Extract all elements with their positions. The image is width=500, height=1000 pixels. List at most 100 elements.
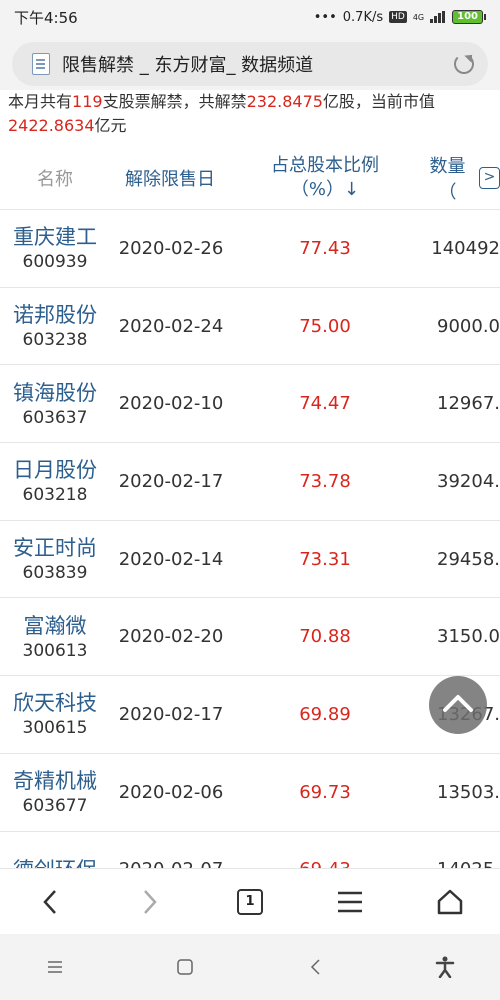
stock-cell[interactable]: 安正时尚 603839 — [0, 521, 110, 598]
unlock-date: 2020-02-14 — [118, 548, 224, 570]
table-body: 重庆建工 600939 2020-02-26 77.43 140492 诺邦股份 60323… — [0, 210, 500, 870]
stock-cell[interactable]: 欣天科技 300615 — [0, 676, 110, 753]
share-ratio: 73.31 — [299, 548, 351, 570]
accessibility-button[interactable] — [415, 937, 475, 997]
stock-name[interactable]: 奇精机械 — [13, 767, 97, 795]
stock-name[interactable]: 安正时尚 — [13, 534, 97, 562]
tab-count: 1 — [237, 888, 263, 915]
table-row[interactable]: 镇海股份 603637 2020-02-10 74.47 12967. — [0, 365, 500, 444]
browser-toolbar: 1 — [0, 868, 500, 934]
header-ratio-line2: （%）↓ — [290, 179, 360, 200]
table-row[interactable]: 诺邦股份 603238 2020-02-24 75.00 9000.0 — [0, 288, 500, 366]
stock-name[interactable]: 诺邦股份 — [13, 301, 97, 329]
share-ratio: 77.43 — [299, 237, 351, 259]
battery-level: 100 — [452, 10, 483, 24]
recent-apps-icon — [48, 961, 62, 973]
stock-cell[interactable]: 镇海股份 603637 — [0, 365, 110, 442]
page-title: 限售解禁 _ 东方财富_ 数据频道 — [62, 55, 314, 76]
unlock-quantity: 14025. — [437, 859, 500, 870]
table-header: 名称 解除限售日 占总股本比例 （%）↓ 数量（ > — [0, 146, 500, 210]
stock-name[interactable]: 欣天科技 — [13, 689, 97, 717]
stock-code: 300613 — [22, 640, 88, 661]
unlock-date: 2020-02-07 — [118, 859, 224, 870]
stock-cell[interactable]: 富瀚微 300613 — [0, 598, 110, 675]
recent-apps-button[interactable] — [25, 937, 85, 997]
summary-prefix: 本月共有 — [8, 92, 73, 111]
stock-cell[interactable]: 重庆建工 600939 — [0, 210, 110, 287]
menu-icon — [338, 891, 362, 912]
stock-cell[interactable]: 日月股份 603218 — [0, 443, 110, 520]
stock-cell[interactable]: 诺邦股份 603238 — [0, 288, 110, 365]
table-row[interactable]: 重庆建工 600939 2020-02-26 77.43 140492 — [0, 210, 500, 288]
unlock-date: 2020-02-26 — [118, 237, 224, 259]
share-ratio: 70.88 — [299, 626, 351, 648]
unlock-quantity: 9000.0 — [437, 315, 500, 337]
header-name[interactable]: 名称 — [0, 146, 110, 210]
accessibility-icon — [435, 956, 455, 978]
summary-stock-count: 119 — [72, 92, 103, 111]
stock-name[interactable]: 镇海股份 — [13, 379, 97, 407]
stock-code: 603238 — [22, 330, 88, 351]
table-row[interactable]: 安正时尚 603839 2020-02-14 73.31 29458. — [0, 521, 500, 599]
share-ratio: 69.43 — [299, 859, 351, 870]
stock-name[interactable]: 日月股份 — [13, 456, 97, 484]
forward-button[interactable] — [120, 872, 180, 932]
stock-code: 603637 — [22, 407, 88, 428]
system-home-button[interactable] — [155, 937, 215, 997]
summary-suffix: 亿元 — [94, 116, 127, 135]
share-ratio: 74.47 — [299, 393, 351, 415]
square-home-icon — [177, 959, 193, 975]
unlock-quantity: 12967. — [437, 393, 500, 415]
stock-cell[interactable]: 奇精机械 603677 — [0, 754, 110, 831]
dots-icon: ••• — [313, 9, 337, 25]
chevron-left-icon — [43, 889, 56, 914]
header-unlock-date[interactable]: 解除限售日 — [110, 146, 230, 210]
summary-text-1: 支股票解禁，共解禁 — [102, 92, 247, 111]
share-ratio: 69.89 — [299, 703, 351, 725]
url-field[interactable]: 限售解禁 _ 东方财富_ 数据频道 — [12, 42, 488, 86]
stock-name[interactable]: 富瀚微 — [24, 612, 87, 640]
share-ratio: 73.78 — [299, 470, 351, 492]
header-quantity-label: 数量（ — [429, 156, 466, 203]
signal-icon — [430, 11, 446, 23]
share-ratio: 75.00 — [299, 315, 351, 337]
table-row[interactable]: 富瀚微 300613 2020-02-20 70.88 3150.0 — [0, 598, 500, 677]
summary-market-value: 2422.8634 — [8, 116, 95, 135]
battery-icon: 100 — [452, 10, 486, 24]
stock-code: 300615 — [22, 718, 88, 739]
table-row[interactable]: 日月股份 603218 2020-02-17 73.78 39204. — [0, 443, 500, 521]
chevron-up-icon — [443, 695, 473, 712]
header-ratio-line1: 占总股本比例 — [271, 155, 379, 176]
header-ratio[interactable]: 占总股本比例 （%）↓ — [250, 146, 400, 210]
scroll-top-button[interactable] — [429, 676, 487, 734]
header-quantity[interactable]: 数量（ > — [410, 146, 500, 210]
tabs-button[interactable]: 1 — [220, 872, 280, 932]
stock-code: 603218 — [22, 485, 88, 506]
reload-icon[interactable] — [454, 54, 474, 74]
status-indicators: ••• 0.7K/s HD 4G 100 — [314, 10, 486, 25]
chevron-right-icon[interactable]: > — [479, 167, 500, 189]
network-type: 4G — [412, 12, 425, 22]
page-icon — [32, 53, 50, 75]
table-row[interactable]: 德创环保 2020-02-07 69.43 14025. — [0, 832, 500, 870]
status-bar: 下午4:56 ••• 0.7K/s HD 4G 100 — [0, 0, 500, 34]
system-back-button[interactable] — [285, 937, 345, 997]
table-row[interactable]: 欣天科技3006152020-02-1769.8913267. — [0, 676, 500, 754]
unlock-date: 2020-02-20 — [118, 626, 224, 648]
home-button[interactable] — [420, 872, 480, 932]
menu-button[interactable] — [320, 872, 380, 932]
back-button[interactable] — [20, 872, 80, 932]
table-row[interactable]: 奇精机械 603677 2020-02-06 69.73 13503. — [0, 754, 500, 832]
summary-total-shares: 232.8475 — [246, 92, 323, 111]
unlock-date: 2020-02-06 — [118, 781, 224, 803]
stock-code: 603677 — [22, 796, 88, 817]
stock-cell[interactable]: 德创环保 — [0, 832, 110, 870]
unlock-quantity: 3150.0 — [437, 626, 500, 648]
back-arrow-icon — [310, 959, 320, 975]
unlock-date: 2020-02-24 — [118, 315, 224, 337]
stock-name[interactable]: 重庆建工 — [13, 223, 97, 251]
stock-code: 600939 — [22, 252, 88, 273]
unlock-quantity: 39204. — [437, 470, 500, 492]
summary-text-2: 亿股，当前市值 — [322, 92, 435, 111]
unlock-date: 2020-02-10 — [118, 393, 224, 415]
